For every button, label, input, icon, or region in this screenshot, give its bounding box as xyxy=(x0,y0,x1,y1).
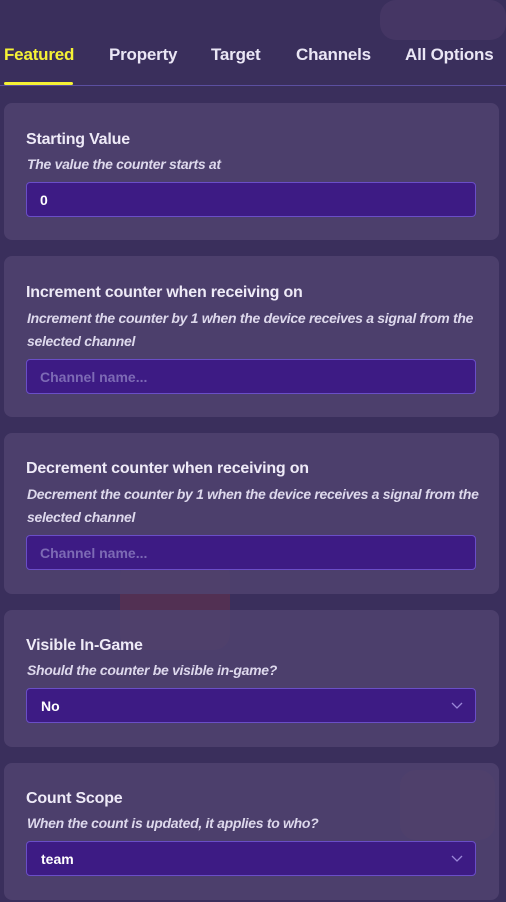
count-scope-select[interactable]: team xyxy=(26,841,476,876)
starting-value-title: Starting Value xyxy=(26,131,130,148)
tab-all-options[interactable]: All Options xyxy=(405,45,494,65)
count-scope-card: Count Scope When the count is updated, i… xyxy=(4,763,499,900)
decrement-title: Decrement counter when receiving on xyxy=(26,460,309,477)
increment-channel-input[interactable] xyxy=(26,359,476,394)
active-tab-indicator xyxy=(4,82,73,85)
count-scope-value: team xyxy=(41,851,74,867)
tab-property[interactable]: Property xyxy=(109,45,178,65)
chevron-down-icon xyxy=(451,855,463,862)
tab-channels[interactable]: Channels xyxy=(296,45,371,65)
tab-bar: Featured Property Target Channels All Op… xyxy=(0,0,506,86)
decrement-channel-input[interactable] xyxy=(26,535,476,570)
visible-in-game-value: No xyxy=(41,698,60,714)
count-scope-title: Count Scope xyxy=(26,790,123,807)
starting-value-description: The value the counter starts at xyxy=(27,156,221,172)
increment-title: Increment counter when receiving on xyxy=(26,284,303,301)
increment-card: Increment counter when receiving on Incr… xyxy=(4,256,499,417)
starting-value-card: Starting Value The value the counter sta… xyxy=(4,103,499,240)
starting-value-input[interactable] xyxy=(26,182,476,217)
visible-in-game-title: Visible In-Game xyxy=(26,637,143,654)
chevron-down-icon xyxy=(451,702,463,709)
increment-description: Increment the counter by 1 when the devi… xyxy=(27,310,474,349)
decrement-card: Decrement counter when receiving on Decr… xyxy=(4,433,499,594)
visible-in-game-description: Should the counter be visible in-game? xyxy=(27,662,277,678)
visible-in-game-card: Visible In-Game Should the counter be vi… xyxy=(4,610,499,747)
visible-in-game-select[interactable]: No xyxy=(26,688,476,723)
tab-featured[interactable]: Featured xyxy=(4,45,74,65)
tab-target[interactable]: Target xyxy=(211,45,261,65)
decrement-description: Decrement the counter by 1 when the devi… xyxy=(27,486,479,525)
count-scope-description: When the count is updated, it applies to… xyxy=(27,815,319,831)
